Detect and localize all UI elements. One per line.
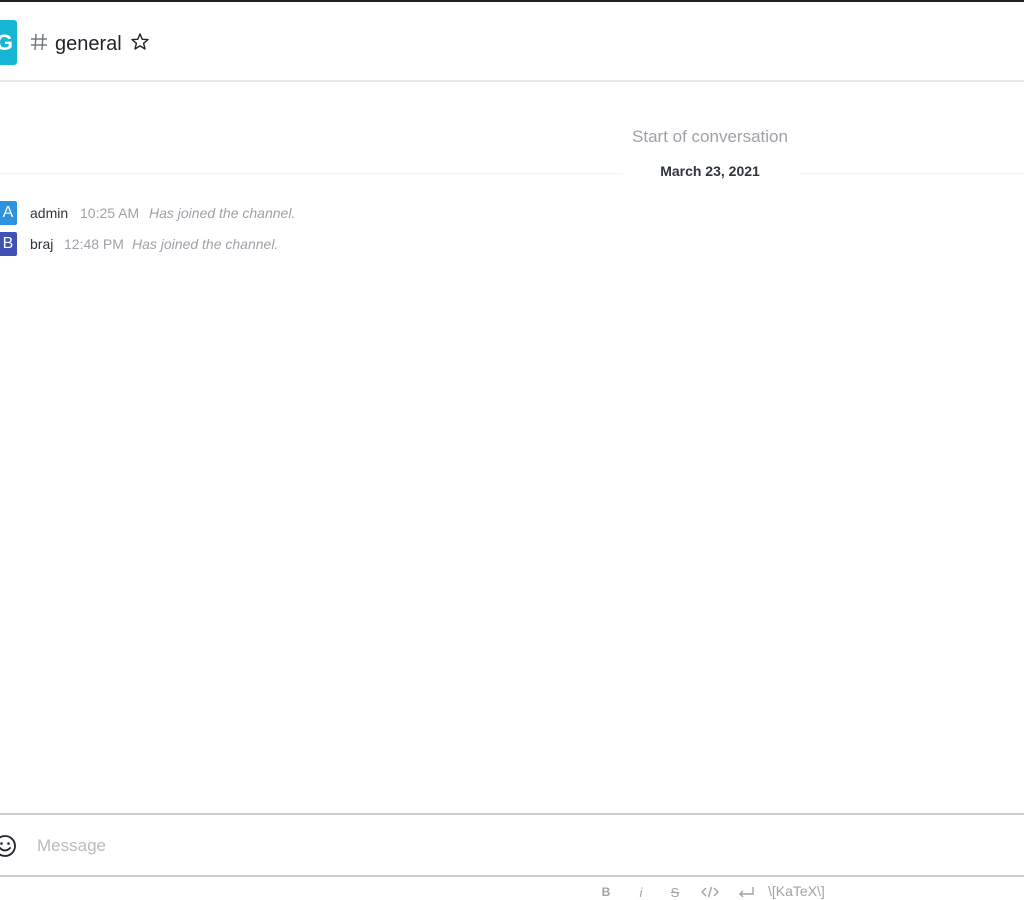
hash-icon	[31, 33, 47, 51]
room-name[interactable]: general	[55, 33, 122, 56]
avatar[interactable]: A	[0, 201, 17, 225]
avatar[interactable]: B	[0, 232, 17, 256]
katex-button[interactable]: \[KaTeX\]	[768, 883, 825, 899]
message-list: Start of conversation March 23, 2021 A a…	[0, 84, 1024, 812]
message-item[interactable]: A admin 10:25 AM Has joined the channel.	[0, 201, 600, 227]
strike-button[interactable]: S	[669, 883, 681, 900]
bold-button[interactable]: B	[600, 883, 612, 900]
message-composer	[0, 813, 1024, 877]
code-icon	[701, 886, 719, 898]
message-username[interactable]: admin	[30, 205, 68, 221]
room-avatar[interactable]: G	[0, 20, 17, 65]
room-avatar-letter: G	[0, 29, 13, 55]
emoji-icon[interactable]	[0, 833, 18, 859]
avatar-letter: A	[2, 204, 14, 221]
italic-button[interactable]: i	[636, 883, 646, 900]
avatar-letter: B	[2, 235, 14, 252]
formatting-toolbar: B i S \[KaTeX\]	[0, 880, 1024, 900]
message-timestamp[interactable]: 12:48 PM	[64, 236, 124, 252]
message-text: Has joined the channel.	[149, 205, 296, 221]
date-label: March 23, 2021	[622, 163, 798, 179]
chat-window: G general Start of conversation March 23…	[0, 0, 1024, 900]
star-icon[interactable]	[130, 32, 150, 52]
message-text: Has joined the channel.	[132, 236, 279, 252]
message-input[interactable]	[37, 829, 997, 863]
message-timestamp[interactable]: 10:25 AM	[80, 205, 139, 221]
message-item[interactable]: B braj 12:48 PM Has joined the channel.	[0, 232, 600, 258]
return-icon	[739, 887, 754, 898]
start-of-conversation: Start of conversation	[632, 127, 788, 146]
multiline-button[interactable]	[737, 883, 755, 900]
code-button[interactable]	[701, 883, 719, 900]
room-header: G general	[0, 2, 1024, 82]
message-username[interactable]: braj	[30, 236, 53, 252]
date-divider	[0, 173, 1024, 174]
